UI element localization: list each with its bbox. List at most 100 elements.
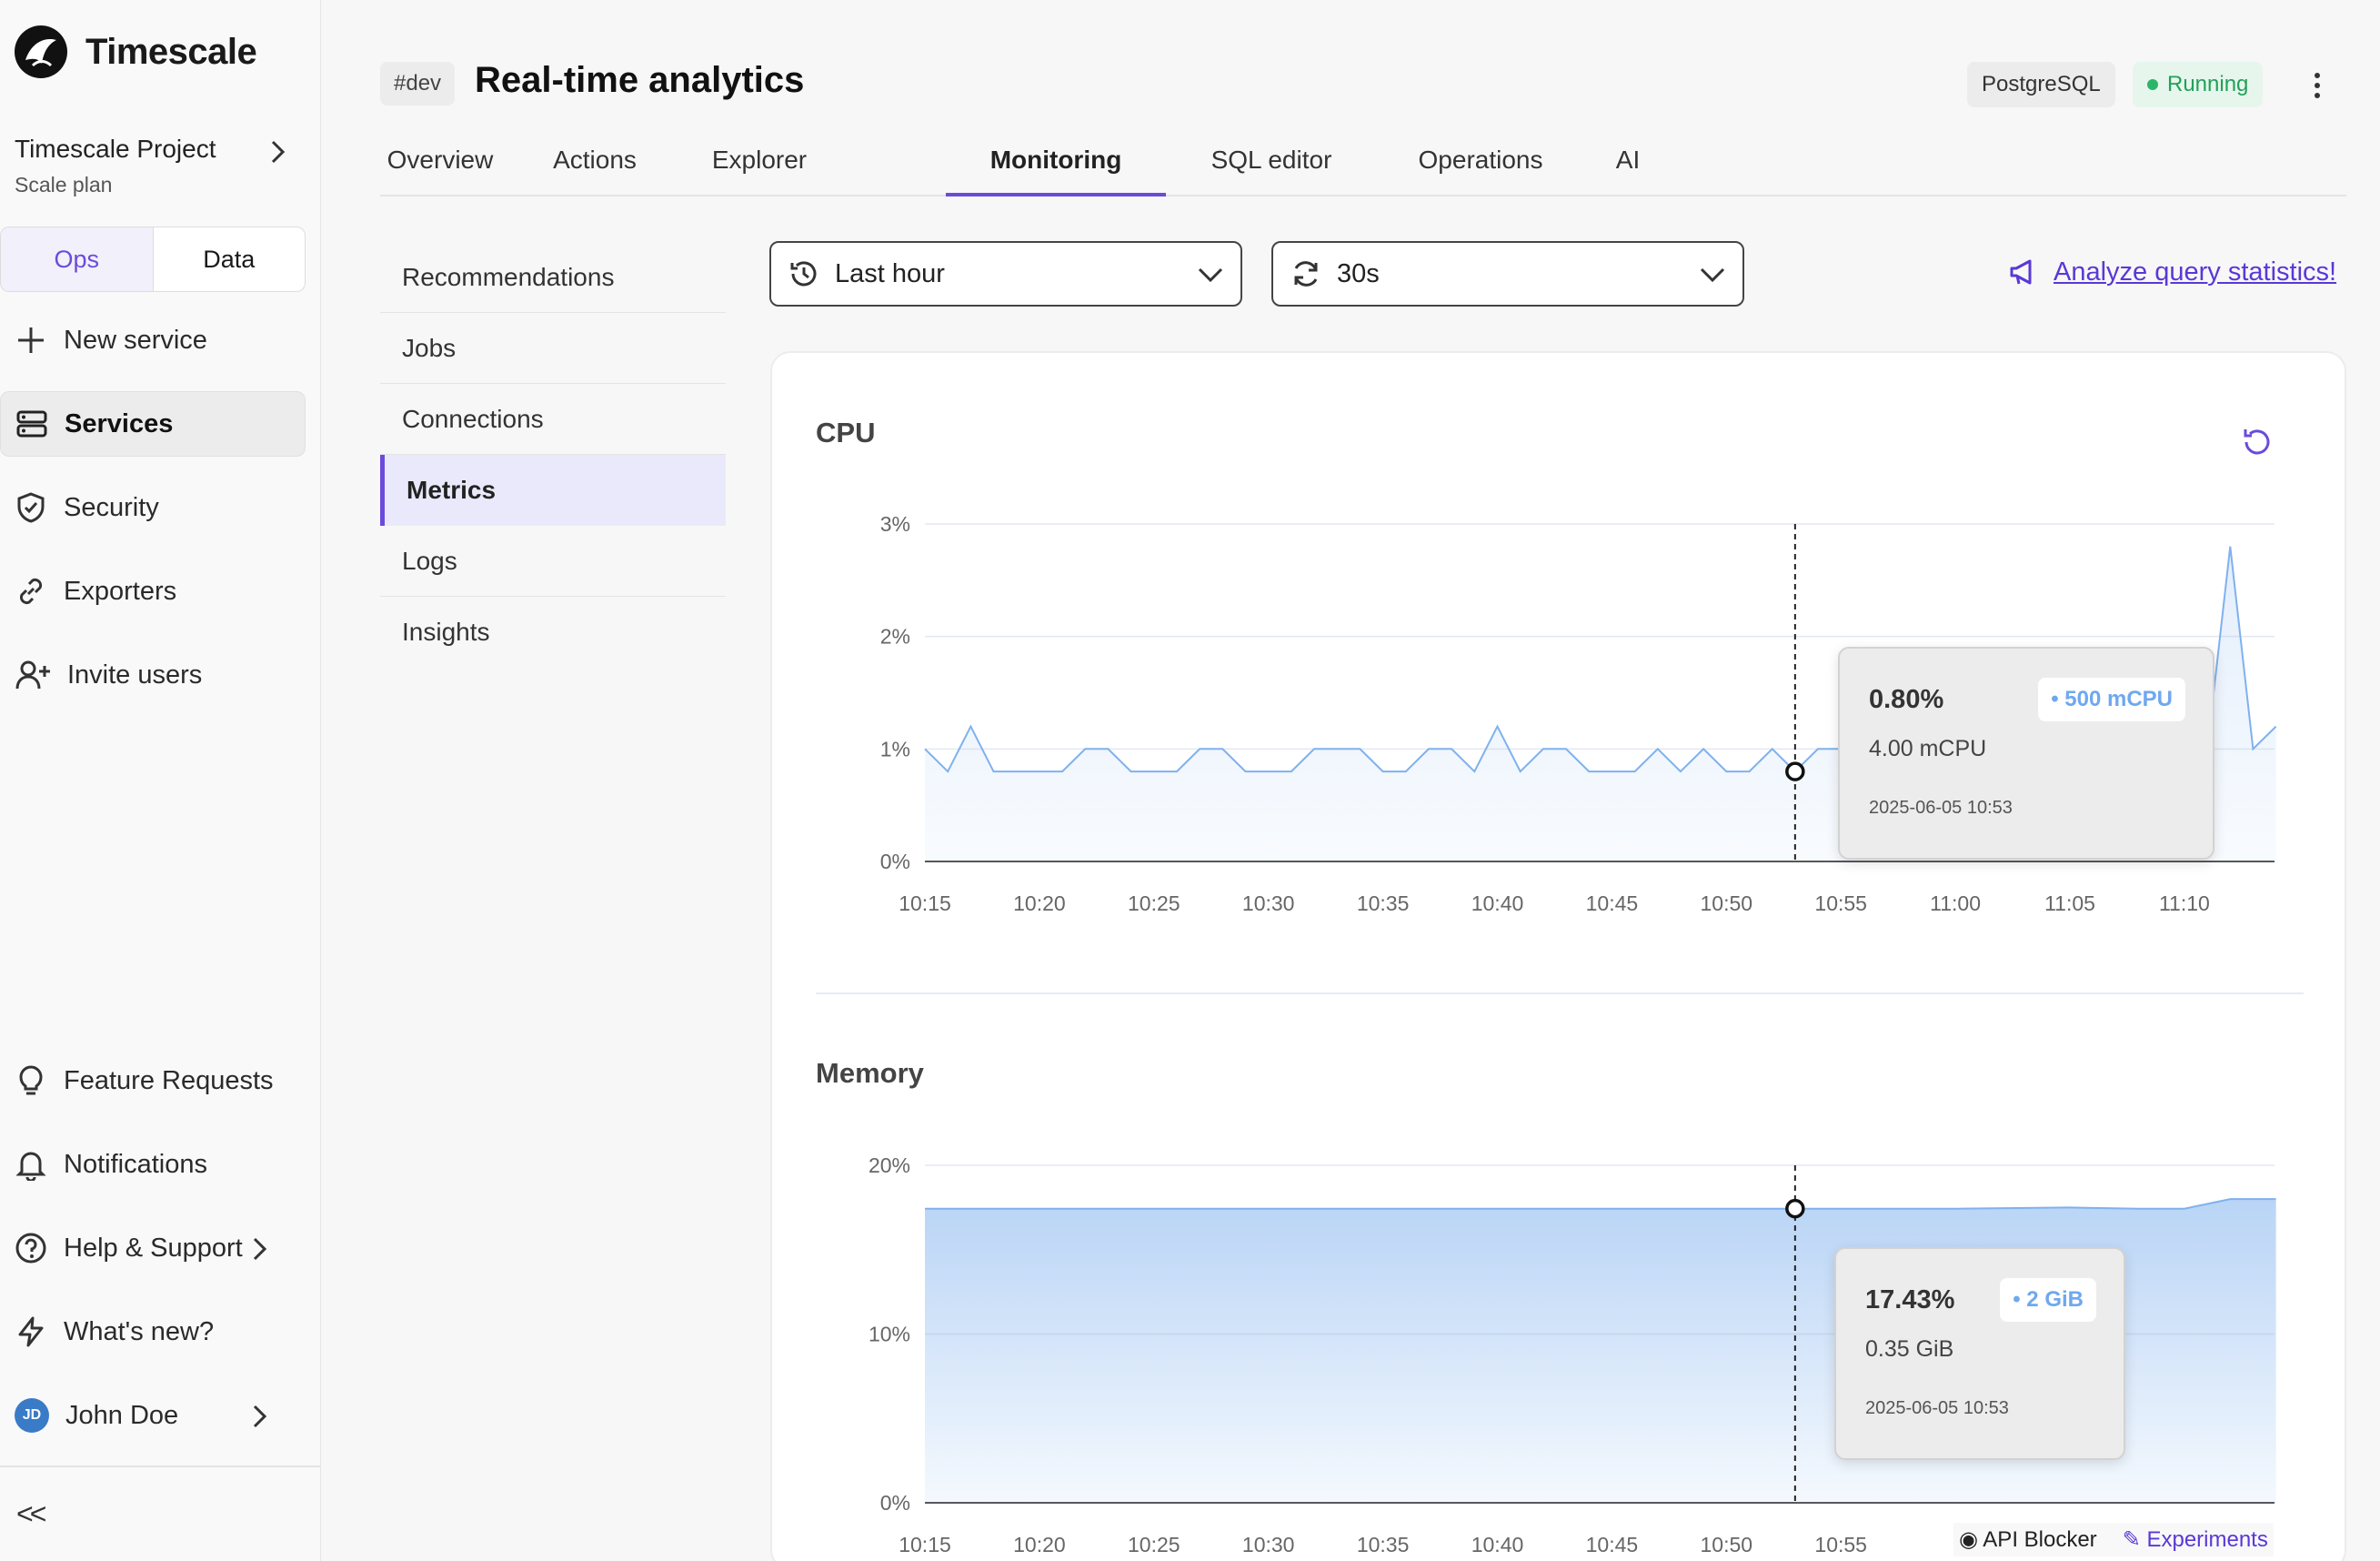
memory-tooltip: 17.43% • 2 GiB 0.35 GiB 2025-06-05 10:53 xyxy=(1834,1247,2125,1460)
sidebar-item-label: Notifications xyxy=(64,1149,207,1179)
tooltip-limit-badge: • 500 mCPU xyxy=(2038,678,2185,721)
sidebar-item-label: Exporters xyxy=(64,576,177,606)
refresh-icon xyxy=(1294,261,1318,287)
lightbulb-icon xyxy=(19,1065,43,1095)
more-options-button[interactable] xyxy=(2305,65,2330,106)
help-icon xyxy=(15,1233,46,1264)
pencil-icon: ✎ xyxy=(2122,1527,2147,1552)
sidebar-item-security[interactable]: Security xyxy=(0,475,306,540)
x-tick-label: 10:50 xyxy=(1701,1533,1753,1556)
shield-icon xyxy=(17,492,45,523)
sidebar-item-label: New service xyxy=(64,325,207,355)
tooltip-limit-badge: • 2 GiB xyxy=(2000,1278,2096,1322)
sidebar-item-invite-users[interactable]: Invite users xyxy=(0,642,306,708)
sidebar-item-label: Feature Requests xyxy=(64,1065,274,1095)
status-badge: Running xyxy=(2133,62,2264,107)
api-blocker-icon: ◉ xyxy=(1959,1527,1983,1552)
tab-overview[interactable]: Overview xyxy=(380,136,500,196)
subnav-insights[interactable]: Insights xyxy=(380,597,726,668)
sidebar-item-feature-requests[interactable]: Feature Requests xyxy=(0,1048,306,1113)
app-name: Timescale xyxy=(85,31,257,72)
chevron-right-icon xyxy=(253,1237,267,1261)
subnav-jobs[interactable]: Jobs xyxy=(380,313,726,384)
sidebar-item-label: Help & Support xyxy=(64,1233,243,1263)
link-icon xyxy=(19,578,43,605)
time-range-select[interactable]: Last hour xyxy=(769,241,1242,307)
chevron-down-icon xyxy=(1198,267,1223,283)
collapse-sidebar-button[interactable]: << xyxy=(16,1497,46,1531)
metrics-card: CPU 0% 1% 2% 3% 10:15 10:20 10:25 10:30 10:35 10:… xyxy=(770,351,2346,1561)
y-tick-label: 10% xyxy=(869,1323,910,1346)
chevron-down-icon xyxy=(1700,267,1725,283)
bell-icon xyxy=(15,1152,46,1181)
chevron-right-icon xyxy=(253,1405,267,1428)
subnav-connections[interactable]: Connections xyxy=(380,384,726,455)
tab-ai[interactable]: AI xyxy=(1601,136,1655,196)
experiments-link[interactable]: ✎ Experiments xyxy=(2123,1526,2268,1553)
sidebar-item-label: Security xyxy=(64,492,159,522)
status-text: Running xyxy=(2167,72,2249,96)
toggle-data[interactable]: Data xyxy=(154,227,306,291)
analyze-query-statistics-link[interactable]: Analyze query statistics! xyxy=(2008,257,2336,287)
x-tick-label: 10:25 xyxy=(1128,1533,1180,1556)
api-blocker-link[interactable]: ◉ API Blocker xyxy=(1959,1526,2097,1553)
sidebar-item-exporters[interactable]: Exporters xyxy=(0,559,306,624)
x-tick-label: 10:55 xyxy=(1814,1533,1867,1556)
service-tabs: Overview Actions Explorer Monitoring SQL… xyxy=(380,136,2346,196)
refresh-interval-select[interactable]: 30s xyxy=(1271,241,1744,307)
subnav-metrics[interactable]: Metrics xyxy=(380,455,726,526)
tooltip-sub-value: 4.00 mCPU xyxy=(1869,736,1987,761)
sidebar-item-whats-new[interactable]: What's new? xyxy=(0,1299,306,1365)
project-plan: Scale plan xyxy=(15,173,113,196)
user-plus-icon xyxy=(15,660,50,690)
sidebar-item-label: What's new? xyxy=(64,1316,215,1346)
status-dot-icon xyxy=(2147,79,2158,90)
subnav-logs[interactable]: Logs xyxy=(380,526,726,597)
y-tick-label: 0% xyxy=(880,1491,910,1515)
tooltip-value: 17.43% xyxy=(1865,1285,1955,1314)
lightning-icon xyxy=(18,1316,44,1347)
x-tick-label: 10:15 xyxy=(899,1533,951,1556)
sidebar-item-label: Invite users xyxy=(67,660,203,690)
kebab-dot-icon xyxy=(2315,73,2320,78)
hover-point xyxy=(1785,1198,1805,1219)
kebab-dot-icon xyxy=(2315,83,2320,88)
subnav-recommendations[interactable]: Recommendations xyxy=(380,242,726,313)
x-tick-label: 10:35 xyxy=(1357,1533,1410,1556)
project-switcher[interactable]: Timescale Project Scale plan xyxy=(15,135,306,197)
megaphone-icon xyxy=(2010,259,2032,285)
tooltip-value: 0.80% xyxy=(1869,685,1944,714)
x-tick-label: 10:45 xyxy=(1586,1533,1639,1556)
ops-data-toggle: Ops Data xyxy=(0,227,306,292)
x-tick-label: 10:40 xyxy=(1471,1533,1524,1556)
tab-actions[interactable]: Actions xyxy=(517,136,673,196)
dev-toolbar: ◉ API Blocker ✎ Experiments xyxy=(1953,1523,2274,1556)
api-blocker-label: API Blocker xyxy=(1983,1527,2097,1552)
env-badge: #dev xyxy=(380,62,456,106)
sidebar-item-notifications[interactable]: Notifications xyxy=(0,1132,306,1197)
server-icon xyxy=(16,410,47,438)
page-title: Real-time analytics xyxy=(475,60,805,100)
sidebar-item-services[interactable]: Services xyxy=(0,391,306,457)
x-tick-label: 10:30 xyxy=(1242,1533,1295,1556)
sidebar-item-help-support[interactable]: Help & Support xyxy=(0,1215,306,1281)
kebab-dot-icon xyxy=(2315,93,2320,98)
tab-explorer[interactable]: Explorer xyxy=(691,136,828,196)
db-type-badge: PostgreSQL xyxy=(1967,62,2115,107)
refresh-interval-value: 30s xyxy=(1337,258,1380,288)
cpu-tooltip: 0.80% • 500 mCPU 4.00 mCPU 2025-06-05 10… xyxy=(1838,647,2214,860)
time-range-value: Last hour xyxy=(835,258,945,288)
logo[interactable]: Timescale xyxy=(13,24,257,80)
user-menu[interactable]: JD John Doe xyxy=(0,1383,306,1448)
sidebar-divider xyxy=(0,1465,321,1467)
project-name: Timescale Project xyxy=(15,135,216,163)
tab-sql-editor[interactable]: SQL editor xyxy=(1190,136,1353,196)
history-icon xyxy=(790,261,817,287)
sidebar-item-new-service[interactable]: New service xyxy=(0,307,306,373)
chevron-right-icon xyxy=(271,140,286,164)
user-name: John Doe xyxy=(65,1400,179,1430)
series-line xyxy=(925,1198,2276,1210)
tab-operations[interactable]: Operations xyxy=(1390,136,1572,196)
tab-monitoring[interactable]: Monitoring xyxy=(946,136,1166,196)
toggle-ops[interactable]: Ops xyxy=(1,227,154,291)
